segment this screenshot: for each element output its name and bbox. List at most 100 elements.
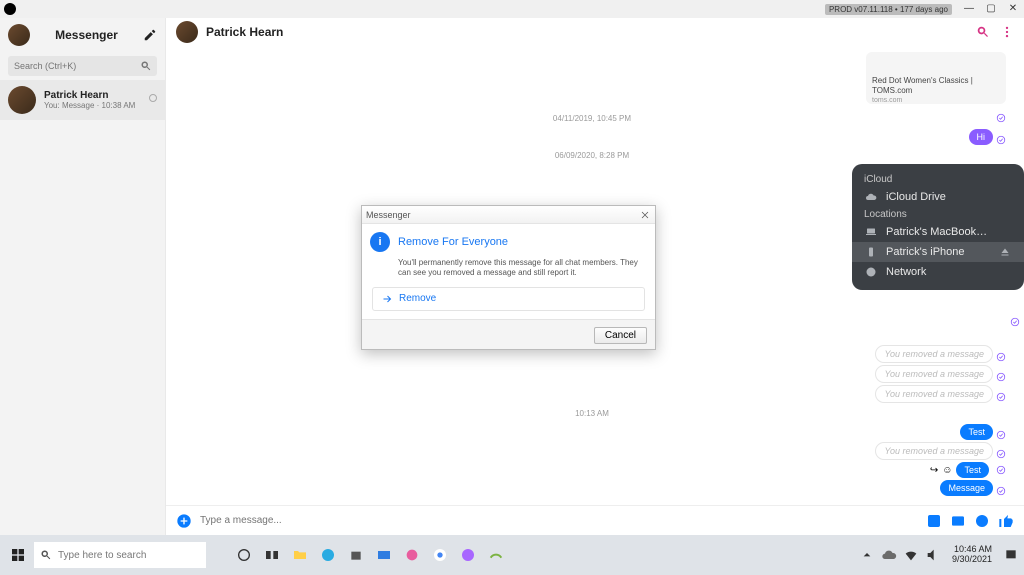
chat-title: Patrick Hearn	[206, 25, 283, 39]
dialog-close-icon[interactable]	[639, 209, 651, 221]
store-icon[interactable]	[343, 542, 369, 568]
more-options-icon[interactable]	[1000, 25, 1014, 39]
forward-icon[interactable]: ↪	[930, 465, 938, 476]
delivered-icon	[996, 465, 1006, 475]
compose-icon[interactable]	[143, 28, 157, 42]
app-icon[interactable]	[399, 542, 425, 568]
taskbar-clock[interactable]: 10:46 AM 9/30/2021	[952, 545, 992, 565]
messenger-taskbar-icon[interactable]	[455, 542, 481, 568]
task-view-icon[interactable]	[259, 542, 285, 568]
onedrive-icon[interactable]	[881, 542, 897, 568]
message-bubble-sent[interactable]: Message	[940, 480, 993, 496]
chat-avatar[interactable]	[176, 21, 198, 43]
conversation-item[interactable]: Patrick Hearn You: Message · 10:38 AM	[0, 80, 165, 120]
system-tray: 10:46 AM 9/30/2021	[858, 542, 1020, 568]
emoji-react-icon[interactable]: ☺	[942, 465, 952, 476]
remove-button[interactable]: Remove	[372, 287, 645, 311]
conversations-sidebar: Messenger Patrick Hearn You: Message · 1…	[0, 18, 166, 535]
like-icon[interactable]	[998, 513, 1014, 529]
popup-section-label: Locations	[852, 207, 1024, 222]
timestamp: 04/11/2019, 10:45 PM	[178, 114, 1006, 123]
timestamp: 10:13 AM	[178, 409, 1006, 418]
delivered-icon	[996, 389, 1006, 399]
edge-icon[interactable]	[315, 542, 341, 568]
sidebar-title: Messenger	[30, 28, 143, 42]
close-button[interactable]: ✕	[1002, 0, 1024, 18]
my-avatar[interactable]	[8, 24, 30, 46]
remove-message-dialog: Messenger i Remove For Everyone You'll p…	[361, 205, 656, 350]
clock-date: 9/30/2021	[952, 555, 992, 565]
globe-icon	[864, 266, 878, 278]
add-attachment-icon[interactable]	[176, 513, 192, 529]
link-source: toms.com	[872, 97, 1000, 105]
gif-icon[interactable]	[950, 513, 966, 529]
wifi-icon[interactable]	[903, 542, 919, 568]
taskbar-search[interactable]: Type here to search	[34, 542, 206, 568]
contact-name: Patrick Hearn	[44, 90, 135, 101]
messenger-logo-icon	[4, 3, 16, 15]
app-icon[interactable]	[483, 542, 509, 568]
maximize-button[interactable]: ▢	[980, 0, 1002, 18]
location-network[interactable]: Network	[852, 262, 1024, 282]
removed-message[interactable]: You removed a message	[875, 365, 993, 383]
windows-taskbar: Type here to search 10:46 AM 9/30/2021	[0, 535, 1024, 575]
tray-chevron-icon[interactable]	[859, 542, 875, 568]
message-bubble-sent[interactable]: Test	[960, 424, 993, 440]
delivered-icon	[996, 110, 1006, 120]
dialog-app-name: Messenger	[366, 210, 411, 220]
link-preview-card[interactable]: Red Dot Women's Classics | TOMS.com toms…	[866, 52, 1006, 104]
phone-icon	[864, 246, 878, 258]
locations-popup: iCloud iCloud Drive Locations Patrick's …	[852, 164, 1024, 290]
message-bubble-sent[interactable]: Test	[956, 462, 989, 478]
dialog-titlebar: Messenger	[362, 206, 655, 224]
message-preview: You: Message · 10:38 AM	[44, 101, 135, 110]
dialog-body-text: You'll permanently remove this message f…	[398, 258, 647, 279]
location-iphone[interactable]: Patrick's iPhone	[852, 242, 1024, 262]
volume-icon[interactable]	[925, 542, 941, 568]
notifications-icon[interactable]	[1003, 542, 1019, 568]
location-label: Patrick's MacBook…	[886, 226, 987, 238]
start-button[interactable]	[5, 542, 31, 568]
popup-section-label: iCloud	[852, 172, 1024, 187]
delivered-icon	[996, 427, 1006, 437]
status-dot-icon	[149, 94, 157, 102]
removed-message[interactable]: You removed a message	[875, 385, 993, 403]
cancel-button[interactable]: Cancel	[594, 327, 647, 344]
location-macbook[interactable]: Patrick's MacBook…	[852, 222, 1024, 242]
minimize-button[interactable]: —	[958, 0, 980, 18]
delivered-icon	[996, 446, 1006, 456]
message-input[interactable]	[200, 515, 918, 526]
removed-message[interactable]: You removed a message	[875, 442, 993, 460]
chat-header: Patrick Hearn	[166, 18, 1024, 46]
location-label: Patrick's iPhone	[886, 246, 965, 258]
delivered-icon	[996, 483, 1006, 493]
cloud-icon	[864, 191, 878, 203]
taskbar-search-placeholder: Type here to search	[58, 550, 146, 561]
delivered-icon	[996, 349, 1006, 359]
cortana-icon[interactable]	[231, 542, 257, 568]
emoji-icon[interactable]	[974, 513, 990, 529]
info-icon: i	[370, 232, 390, 252]
laptop-icon	[864, 226, 878, 238]
search-icon[interactable]	[140, 59, 152, 71]
header-search-icon[interactable]	[976, 25, 990, 39]
search-icon	[40, 549, 52, 561]
removed-message[interactable]: You removed a message	[875, 345, 993, 363]
dialog-title: Remove For Everyone	[398, 236, 508, 248]
chrome-icon[interactable]	[427, 542, 453, 568]
location-label: Network	[886, 266, 926, 278]
delivered-icon	[1010, 314, 1020, 324]
delivered-icon	[996, 369, 1006, 379]
explorer-icon[interactable]	[287, 542, 313, 568]
eject-icon[interactable]	[998, 246, 1012, 258]
search-input[interactable]	[8, 56, 157, 76]
mail-icon[interactable]	[371, 542, 397, 568]
message-bubble-sent[interactable]: Hi	[969, 129, 994, 145]
build-tag: PROD v07.11.118 • 177 days ago	[825, 4, 952, 15]
remove-label: Remove	[399, 293, 436, 304]
location-icloud-drive[interactable]: iCloud Drive	[852, 187, 1024, 207]
window-titlebar: PROD v07.11.118 • 177 days ago — ▢ ✕	[0, 0, 1024, 18]
location-label: iCloud Drive	[886, 191, 946, 203]
sticker-icon[interactable]	[926, 513, 942, 529]
contact-avatar	[8, 86, 36, 114]
